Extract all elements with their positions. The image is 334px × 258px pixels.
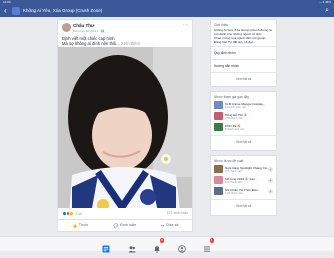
comment-count[interactable]: 171 bình luận	[167, 211, 188, 215]
recent-groups-see-all-button[interactable]: Xem tất cả	[211, 138, 276, 146]
suggested-groups-see-all-button[interactable]: Xem tất cả	[211, 202, 276, 210]
group-thumbnail	[214, 176, 223, 184]
group-title[interactable]: Không Ai Yêu, Xóa Group (Crush Zone)	[23, 5, 102, 17]
back-chevron-icon[interactable]: ‹	[4, 7, 7, 15]
menu-badge: 1	[209, 238, 214, 243]
post-photo[interactable]	[58, 47, 192, 230]
tab-friends[interactable]	[128, 240, 136, 253]
tab-notifications[interactable]: 9	[153, 238, 164, 253]
tab-groups[interactable]	[178, 240, 186, 253]
more-options-icon[interactable]: ···	[183, 22, 188, 28]
post-actions: 👍 Thích 💬 Bình luận ↪ Chia sẻ	[58, 219, 192, 230]
about-line: Đăng bài: Tự đặt tên, cố đọc...	[214, 40, 256, 44]
comment-button[interactable]: 💬 Bình luận	[103, 220, 148, 230]
post-card: Châu Thư Hôm nay lúc 09:21 · 🌐 ··· Định …	[57, 19, 193, 232]
news-feed-icon	[102, 245, 110, 253]
share-label: Chia sẻ	[165, 223, 179, 227]
haha-reaction-icon	[69, 211, 74, 216]
menu-icon	[204, 246, 210, 252]
search-icon[interactable]: ⌕	[325, 7, 329, 15]
bell-icon	[154, 246, 160, 253]
group-subtitle: 12 thành viên mới	[225, 105, 246, 109]
post-footer: 1,1K 171 bình luận 👍 Thích 💬 Bình luận ↪…	[57, 208, 193, 232]
group-thumbnail	[214, 101, 223, 109]
share-icon: ↪	[160, 223, 165, 228]
list-item[interactable]: Hồng Đỏ Hội 🌸 3,4K thành viên	[211, 111, 276, 122]
group-subtitle: 8 thành viên mới	[225, 127, 245, 131]
group-avatar[interactable]	[12, 7, 20, 15]
join-group-button[interactable]: +	[268, 177, 273, 183]
group-subtitle: 27K thành viên	[225, 169, 243, 173]
group-subtitle: 3,4K thành viên	[225, 116, 244, 120]
see-more-link[interactable]: Xem thêm	[121, 41, 140, 46]
list-item[interactable]: Nữ Chiến Hà Thôn Đản... 4,2K thành viên …	[211, 186, 276, 197]
post-text-line-2-content: Mà sợ không ai đính nên thôi...	[62, 41, 120, 46]
list-item[interactable]: CLB Anime Manga Cosplay... 12 thành viên…	[211, 100, 276, 111]
about-header: Giới thiệu	[214, 23, 229, 27]
suggested-groups-header: Nhóm được đề xuất	[214, 159, 244, 163]
comment-icon: 💬	[113, 223, 119, 228]
reaction-count: 1,1K	[75, 211, 83, 216]
join-group-button[interactable]: +	[268, 188, 273, 194]
bottom-tab-bar: 9 1	[0, 236, 334, 253]
recent-groups-card: Nhóm tham gia gần đây CLB Anime Manga Co…	[210, 91, 277, 151]
group-guide-link[interactable]: Hướng dẫn nhóm	[211, 62, 276, 70]
groups-icon	[178, 245, 186, 253]
post-author[interactable]: Châu Thư	[73, 23, 94, 28]
nav-bar: ‹ Không Ai Yêu, Xóa Group (Crush Zone) ⌕	[0, 5, 334, 17]
list-item[interactable]: Mở lòng 2019 🌸 Fan... 10K thành viên +	[211, 175, 276, 186]
group-rules-link[interactable]: Quy định nhóm	[211, 49, 276, 57]
like-icon: 👍	[72, 223, 78, 228]
list-item[interactable]: KHO ZE 🔥 8 thành viên mới	[211, 122, 276, 133]
group-thumbnail	[214, 112, 223, 120]
suggested-groups-card: Nhóm được đề xuất Nuôi bằng Spotlight Kh…	[210, 155, 277, 216]
recent-groups-header: Nhóm tham gia gần đây	[214, 95, 250, 99]
group-thumbnail	[214, 123, 223, 131]
group-subtitle: 4,2K thành viên	[225, 191, 244, 195]
share-button[interactable]: ↪ Chia sẻ	[147, 220, 192, 230]
tab-menu[interactable]: 1	[203, 238, 214, 252]
list-item[interactable]: Nuôi bằng Spotlight Khang Cả... 27K thàn…	[211, 164, 276, 175]
like-label: Thích	[78, 223, 89, 227]
group-about-card: Giới thiệu Không Ai Yêu, Xóa Group (Crus…	[210, 19, 277, 87]
like-button[interactable]: 👍 Thích	[58, 220, 103, 230]
comment-label: Bình luận	[120, 223, 137, 227]
notification-badge: 9	[159, 238, 164, 243]
author-avatar[interactable]	[62, 23, 71, 32]
tab-news-feed[interactable]	[102, 240, 110, 253]
group-thumbnail	[214, 187, 223, 195]
about-see-all-button[interactable]: Xem tất cả	[211, 75, 276, 83]
post-timestamp[interactable]: Hôm nay lúc 09:21 · 🌐	[73, 29, 104, 33]
friends-icon	[128, 246, 136, 253]
join-group-button[interactable]: +	[268, 166, 273, 172]
reaction-summary[interactable]: 1,1K	[62, 211, 83, 216]
post-text-line-2: Mà sợ không ai đính nên thôi... Xem thêm	[62, 41, 140, 46]
group-subtitle: 10K thành viên	[225, 180, 243, 184]
group-thumbnail	[214, 165, 223, 173]
